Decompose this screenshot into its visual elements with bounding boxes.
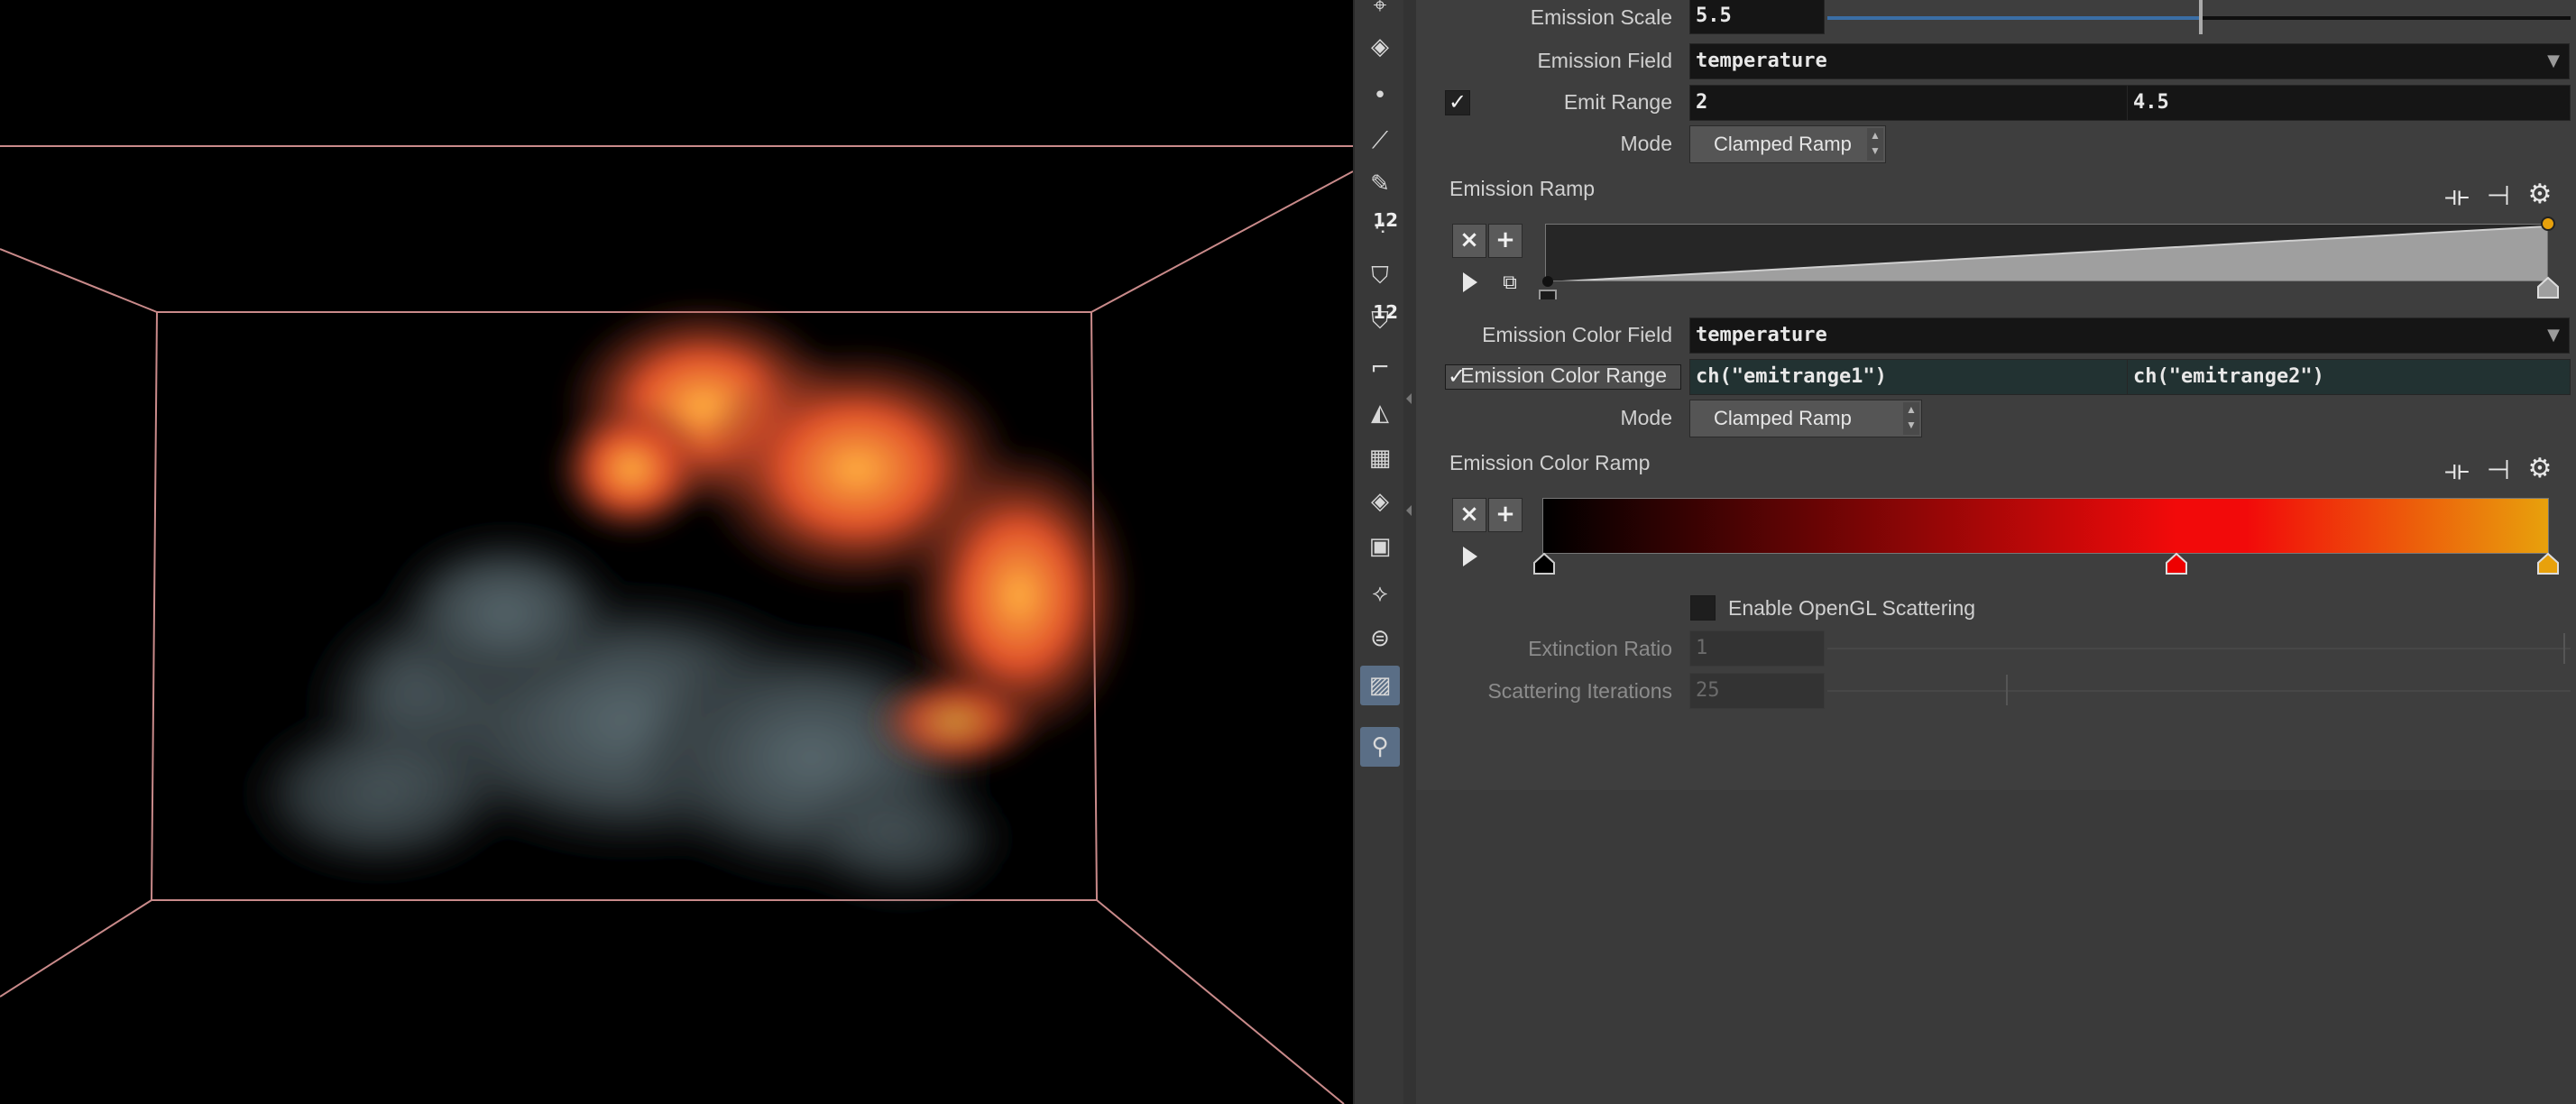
emit-range-min-field[interactable]: 2: [1689, 85, 2128, 121]
opengl-scattering-checkbox[interactable]: [1690, 595, 1716, 621]
3d-viewport[interactable]: [0, 0, 1353, 1104]
ramp-key-start[interactable]: [1538, 272, 1561, 302]
plane-icon[interactable]: ◭: [1360, 393, 1400, 433]
dropdown-arrow-icon[interactable]: ▼: [2547, 44, 2560, 78]
emission-color-range-min-field[interactable]: ch("emitrange1"): [1689, 359, 2128, 395]
play-icon[interactable]: [1463, 547, 1477, 566]
emission-field-input[interactable]: temperature ▼: [1689, 43, 2570, 79]
badge-text: 12: [1373, 301, 1398, 323]
parameter-panel: Emission Scale 5.5 Emission Field temper…: [1416, 0, 2576, 1104]
ramp-spline-icon[interactable]: ⟛: [2439, 179, 2475, 215]
ramp-add-point-button[interactable]: +: [1488, 498, 1523, 532]
ramp-key-end[interactable]: [2536, 215, 2560, 233]
checker-icon[interactable]: ▦: [1360, 438, 1400, 478]
emit-range-label: Emit Range: [1563, 90, 1672, 114]
mode-label: Mode: [1620, 406, 1672, 429]
emission-ramp-editor[interactable]: [1545, 224, 2548, 281]
bucket-12-icon[interactable]: ⛉ 12: [1360, 301, 1400, 341]
updown-arrows-icon: ▲ ▼: [1867, 128, 1883, 161]
ramp-remove-point-button[interactable]: ×: [1452, 498, 1486, 532]
emission-field-value: temperature: [1696, 50, 1827, 72]
emission-color-field-label: Emission Color Field: [1482, 323, 1672, 346]
play-icon[interactable]: [1463, 272, 1477, 292]
emission-color-ramp-label: Emission Color Ramp: [1449, 451, 1651, 474]
extinction-ratio-label: Extinction Ratio: [1528, 637, 1672, 660]
updown-arrows-icon: ▲ ▼: [1903, 402, 1919, 435]
ramp-add-point-button[interactable]: +: [1488, 224, 1523, 258]
ramp-linear-icon[interactable]: ⊣: [2480, 179, 2516, 215]
pane-splitter[interactable]: [1403, 0, 1416, 1104]
emission-scale-field[interactable]: 5.5: [1689, 0, 1825, 34]
collapse-left-icon[interactable]: [1406, 505, 1412, 516]
grid-icon[interactable]: ⊜: [1360, 619, 1400, 658]
extinction-ratio-slider[interactable]: [1827, 648, 2571, 649]
scattering-iterations-field[interactable]: 25: [1689, 673, 1825, 709]
pen-icon[interactable]: ✎: [1360, 164, 1400, 204]
emission-ramp-curve: [1561, 225, 2547, 281]
curve-icon[interactable]: ⌐: [1360, 348, 1400, 388]
collapse-left-icon[interactable]: [1406, 393, 1412, 404]
ramp-remove-point-button[interactable]: ×: [1452, 224, 1486, 258]
background-image-icon[interactable]: ▨: [1360, 666, 1400, 705]
emission-color-field-value: temperature: [1696, 324, 1827, 346]
mode-value: Clamped Ramp: [1714, 133, 1852, 155]
color-ramp-key-orange[interactable]: [2536, 550, 2560, 575]
gear-icon[interactable]: ⚙: [2522, 451, 2558, 487]
scattering-iterations-label: Scattering Iterations: [1487, 679, 1672, 703]
bucket-icon[interactable]: ⛉: [1360, 256, 1400, 296]
paint-12-icon[interactable]: ⁖ 12: [1360, 209, 1400, 249]
scattering-iterations-slider-handle[interactable]: [2006, 675, 2008, 705]
extinction-ratio-field[interactable]: 1: [1689, 630, 1825, 667]
emission-color-ramp-editor[interactable]: [1542, 498, 2549, 554]
color-ramp-key-black[interactable]: [1532, 550, 1556, 575]
emission-scale-slider-fill: [1827, 16, 2199, 20]
ramp-fit-icon[interactable]: ⧉: [1492, 265, 1528, 301]
mode-label: Mode: [1620, 132, 1672, 155]
handle-icon[interactable]: ⟡: [1360, 574, 1400, 613]
color-ramp-key-red[interactable]: [2165, 550, 2188, 575]
pin-icon[interactable]: ⚲: [1360, 727, 1400, 767]
camera-icon[interactable]: ◈: [1360, 27, 1400, 67]
mode-value: Clamped Ramp: [1714, 407, 1852, 429]
ramp-linear-icon[interactable]: ⊣: [2480, 453, 2516, 489]
uv-icon[interactable]: ▣: [1360, 527, 1400, 566]
emission-scale-label: Emission Scale: [1530, 5, 1672, 29]
opengl-scattering-label: Enable OpenGL Scattering: [1728, 596, 1976, 620]
ramp-key-end-marker[interactable]: [2536, 274, 2560, 299]
emission-scale-slider-handle[interactable]: [2199, 0, 2203, 34]
scattering-iterations-slider[interactable]: [1827, 690, 2571, 692]
mode-dropdown[interactable]: Clamped Ramp ▲ ▼: [1689, 125, 1886, 163]
extinction-ratio-slider-handle[interactable]: [2563, 633, 2565, 664]
emission-color-range-label: Emission Color Range: [1460, 363, 1667, 387]
emission-color-field-input[interactable]: temperature ▼: [1689, 317, 2570, 354]
brush-icon[interactable]: ⟋: [1360, 121, 1400, 161]
point-icon[interactable]: •: [1360, 76, 1400, 115]
gear-icon[interactable]: ⚙: [2522, 177, 2558, 213]
emission-ramp-label: Emission Ramp: [1449, 177, 1596, 200]
badge-text: 12: [1373, 209, 1398, 231]
emit-range-max-field[interactable]: 4.5: [2127, 85, 2571, 121]
view-tools-icon[interactable]: ⌖: [1360, 0, 1400, 25]
ramp-spline-icon[interactable]: ⟛: [2439, 453, 2475, 489]
emission-color-range-max-field[interactable]: ch("emitrange2"): [2127, 359, 2571, 395]
viewport-scene: [0, 145, 1353, 1104]
dropdown-arrow-icon[interactable]: ▼: [2547, 318, 2560, 353]
viewport-toolbar: ⌖ ◈ • ⟋ ✎ ⁖ 12 ⛉ ⛉ 12 ⌐ ◭ ▦ ◈ ▣ ⟡ ⊜ ▨ ⚲: [1353, 0, 1407, 1104]
diamond-icon[interactable]: ◈: [1360, 482, 1400, 521]
mode-dropdown[interactable]: Clamped Ramp ▲ ▼: [1689, 400, 1922, 437]
emission-field-label: Emission Field: [1537, 49, 1672, 72]
